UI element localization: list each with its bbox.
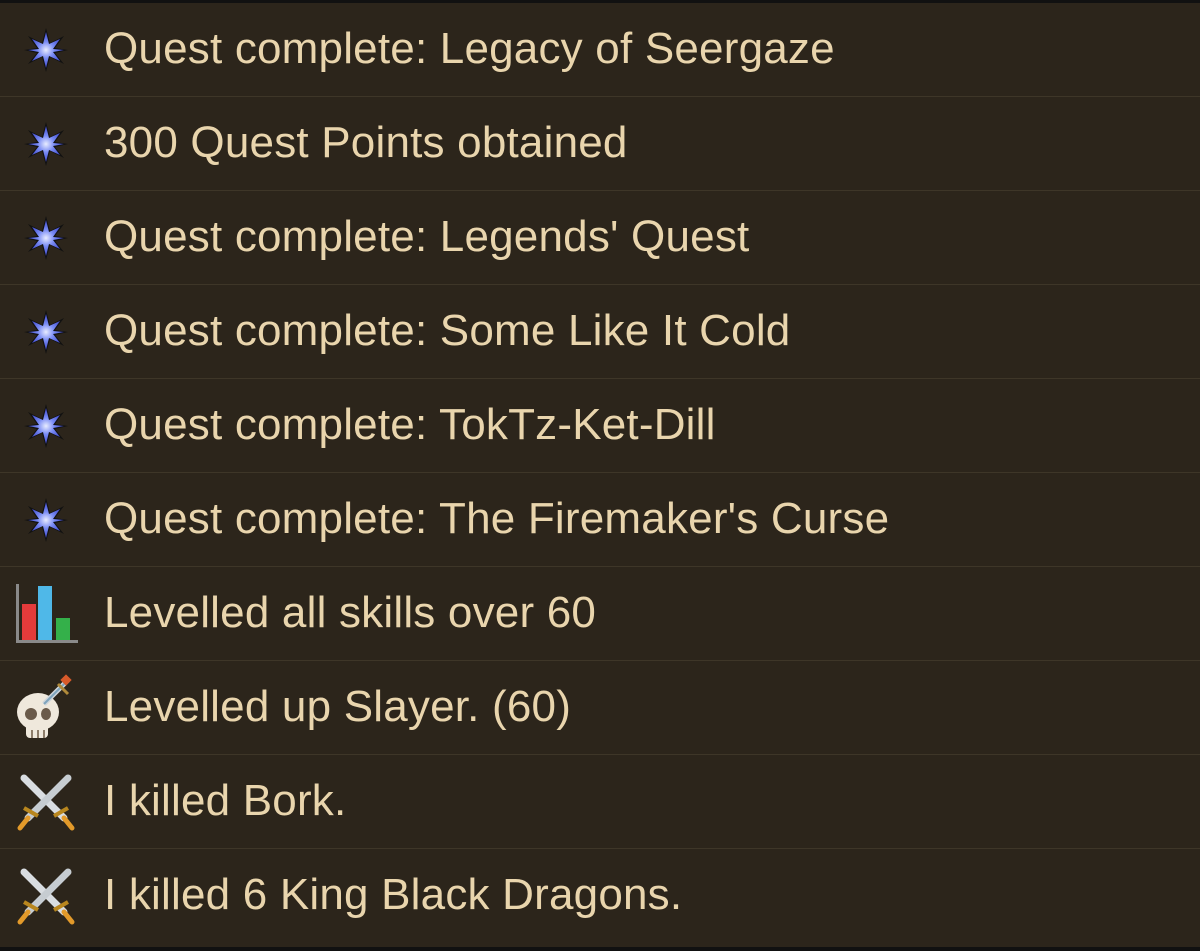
activity-feed: Quest complete: Legacy of Seergaze 300 Q…: [0, 0, 1200, 951]
list-item[interactable]: Quest complete: Some Like It Cold: [0, 285, 1200, 379]
list-item[interactable]: I killed 6 King Black Dragons.: [0, 849, 1200, 943]
quest-star-icon: [10, 484, 82, 556]
list-item[interactable]: I killed Bork.: [0, 755, 1200, 849]
skills-bar-chart-icon: [10, 578, 82, 650]
quest-star-icon: [10, 390, 82, 462]
entry-text: 300 Quest Points obtained: [104, 117, 628, 167]
slayer-skull-icon: [10, 672, 82, 744]
quest-star-icon: [10, 202, 82, 274]
entry-text: Quest complete: TokTz-Ket-Dill: [104, 399, 716, 449]
entry-text: Quest complete: Legends' Quest: [104, 211, 750, 261]
entry-text: Levelled up Slayer. (60): [104, 681, 572, 731]
entry-text: Quest complete: Some Like It Cold: [104, 305, 791, 355]
quest-star-icon: [10, 296, 82, 368]
list-item[interactable]: Quest complete: The Firemaker's Curse: [0, 473, 1200, 567]
entry-text: I killed 6 King Black Dragons.: [104, 870, 683, 919]
entry-text: Quest complete: Legacy of Seergaze: [104, 23, 835, 73]
entry-text: I killed Bork.: [104, 775, 347, 825]
entry-text: Levelled all skills over 60: [104, 587, 597, 637]
list-item[interactable]: Levelled all skills over 60: [0, 567, 1200, 661]
list-item[interactable]: Quest complete: Legacy of Seergaze: [0, 3, 1200, 97]
entry-text: Quest complete: The Firemaker's Curse: [104, 493, 890, 543]
crossed-swords-icon: [10, 766, 82, 838]
quest-star-icon: [10, 108, 82, 180]
list-item[interactable]: Quest complete: Legends' Quest: [0, 191, 1200, 285]
list-item[interactable]: 300 Quest Points obtained: [0, 97, 1200, 191]
list-item[interactable]: Levelled up Slayer. (60): [0, 661, 1200, 755]
list-item[interactable]: Quest complete: TokTz-Ket-Dill: [0, 379, 1200, 473]
quest-star-icon: [10, 14, 82, 86]
crossed-swords-icon: [10, 860, 82, 932]
